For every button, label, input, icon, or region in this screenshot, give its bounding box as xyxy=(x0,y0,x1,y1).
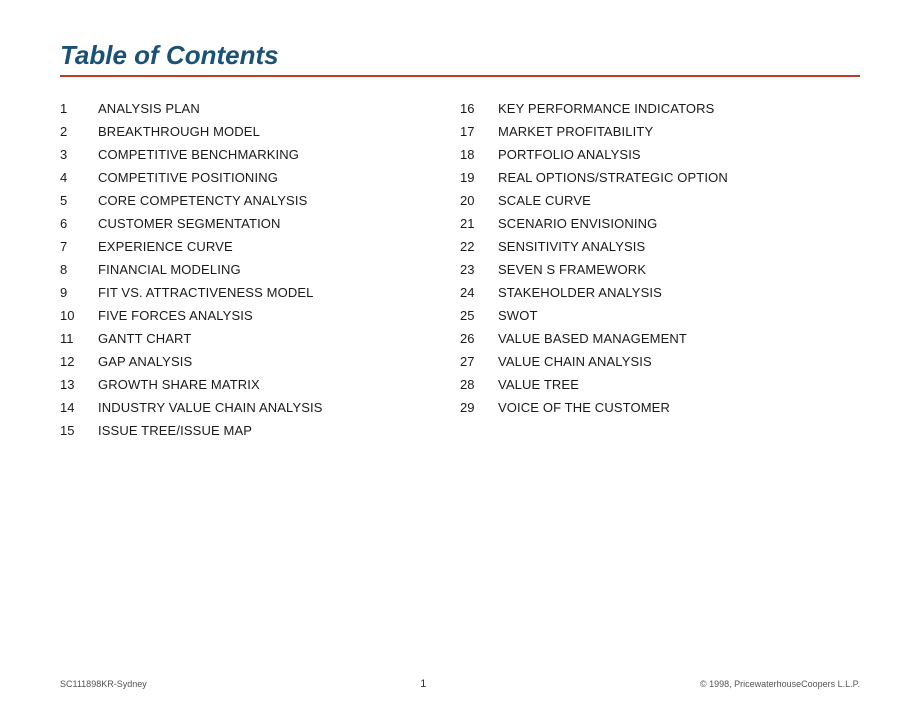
toc-item-label: CUSTOMER SEGMENTATION xyxy=(98,216,281,231)
toc-item-number: 20 xyxy=(460,193,498,208)
toc-item-label: FIT VS. ATTRACTIVENESS MODEL xyxy=(98,285,314,300)
list-item: 7EXPERIENCE CURVE xyxy=(60,235,460,258)
list-item: 16KEY PERFORMANCE INDICATORS xyxy=(460,97,860,120)
toc-item-label: VOICE OF THE CUSTOMER xyxy=(498,400,670,415)
list-item: 11GANTT CHART xyxy=(60,327,460,350)
toc-item-label: COMPETITIVE BENCHMARKING xyxy=(98,147,299,162)
toc-right-column: 16KEY PERFORMANCE INDICATORS17MARKET PRO… xyxy=(460,97,860,442)
page: Table of Contents 1ANALYSIS PLAN2BREAKTH… xyxy=(0,0,920,706)
divider xyxy=(60,75,860,77)
toc-item-number: 2 xyxy=(60,124,98,139)
list-item: 22SENSITIVITY ANALYSIS xyxy=(460,235,860,258)
toc-item-label: BREAKTHROUGH MODEL xyxy=(98,124,260,139)
toc-item-label: VALUE BASED MANAGEMENT xyxy=(498,331,687,346)
list-item: 8FINANCIAL MODELING xyxy=(60,258,460,281)
toc-item-number: 9 xyxy=(60,285,98,300)
toc-item-label: INDUSTRY VALUE CHAIN ANALYSIS xyxy=(98,400,323,415)
toc-item-label: VALUE TREE xyxy=(498,377,579,392)
toc-item-number: 14 xyxy=(60,400,98,415)
list-item: 9FIT VS. ATTRACTIVENESS MODEL xyxy=(60,281,460,304)
toc-item-number: 25 xyxy=(460,308,498,323)
list-item: 17MARKET PROFITABILITY xyxy=(460,120,860,143)
toc-item-label: GAP ANALYSIS xyxy=(98,354,192,369)
toc-item-number: 1 xyxy=(60,101,98,116)
toc-item-label: SWOT xyxy=(498,308,538,323)
toc-item-label: GANTT CHART xyxy=(98,331,191,346)
list-item: 21SCENARIO ENVISIONING xyxy=(460,212,860,235)
list-item: 4COMPETITIVE POSITIONING xyxy=(60,166,460,189)
page-title: Table of Contents xyxy=(60,40,860,71)
footer-right: © 1998, PricewaterhouseCoopers L.L.P. xyxy=(700,679,860,689)
toc-item-label: STAKEHOLDER ANALYSIS xyxy=(498,285,662,300)
toc-item-label: GROWTH SHARE MATRIX xyxy=(98,377,260,392)
toc-item-number: 19 xyxy=(460,170,498,185)
toc-item-label: SCALE CURVE xyxy=(498,193,591,208)
list-item: 10FIVE FORCES ANALYSIS xyxy=(60,304,460,327)
toc-item-number: 10 xyxy=(60,308,98,323)
toc-item-label: PORTFOLIO ANALYSIS xyxy=(498,147,641,162)
toc-item-label: KEY PERFORMANCE INDICATORS xyxy=(498,101,714,116)
toc-item-label: FINANCIAL MODELING xyxy=(98,262,241,277)
toc-item-number: 26 xyxy=(460,331,498,346)
toc-grid: 1ANALYSIS PLAN2BREAKTHROUGH MODEL3COMPET… xyxy=(60,97,860,442)
list-item: 24STAKEHOLDER ANALYSIS xyxy=(460,281,860,304)
toc-item-number: 22 xyxy=(460,239,498,254)
footer: SC111898KR-Sydney 1 © 1998, Pricewaterho… xyxy=(0,678,920,690)
toc-item-number: 13 xyxy=(60,377,98,392)
list-item: 19REAL OPTIONS/STRATEGIC OPTION xyxy=(460,166,860,189)
toc-item-number: 7 xyxy=(60,239,98,254)
list-item: 2BREAKTHROUGH MODEL xyxy=(60,120,460,143)
toc-item-number: 6 xyxy=(60,216,98,231)
list-item: 3COMPETITIVE BENCHMARKING xyxy=(60,143,460,166)
toc-item-number: 29 xyxy=(460,400,498,415)
list-item: 6CUSTOMER SEGMENTATION xyxy=(60,212,460,235)
toc-item-label: REAL OPTIONS/STRATEGIC OPTION xyxy=(498,170,728,185)
toc-item-number: 4 xyxy=(60,170,98,185)
toc-item-number: 21 xyxy=(460,216,498,231)
list-item: 1ANALYSIS PLAN xyxy=(60,97,460,120)
toc-item-label: SEVEN S FRAMEWORK xyxy=(498,262,646,277)
list-item: 20SCALE CURVE xyxy=(460,189,860,212)
toc-item-number: 5 xyxy=(60,193,98,208)
list-item: 23SEVEN S FRAMEWORK xyxy=(460,258,860,281)
toc-item-number: 24 xyxy=(460,285,498,300)
toc-left-column: 1ANALYSIS PLAN2BREAKTHROUGH MODEL3COMPET… xyxy=(60,97,460,442)
list-item: 29VOICE OF THE CUSTOMER xyxy=(460,396,860,419)
footer-center: 1 xyxy=(420,678,426,690)
list-item: 18PORTFOLIO ANALYSIS xyxy=(460,143,860,166)
toc-item-number: 12 xyxy=(60,354,98,369)
list-item: 14INDUSTRY VALUE CHAIN ANALYSIS xyxy=(60,396,460,419)
toc-item-label: ISSUE TREE/ISSUE MAP xyxy=(98,423,252,438)
toc-item-label: CORE COMPETENCTY ANALYSIS xyxy=(98,193,307,208)
list-item: 28VALUE TREE xyxy=(460,373,860,396)
toc-item-number: 27 xyxy=(460,354,498,369)
list-item: 12GAP ANALYSIS xyxy=(60,350,460,373)
list-item: 13GROWTH SHARE MATRIX xyxy=(60,373,460,396)
toc-item-number: 28 xyxy=(460,377,498,392)
toc-item-number: 17 xyxy=(460,124,498,139)
toc-item-number: 8 xyxy=(60,262,98,277)
toc-item-number: 3 xyxy=(60,147,98,162)
toc-item-label: FIVE FORCES ANALYSIS xyxy=(98,308,253,323)
list-item: 5CORE COMPETENCTY ANALYSIS xyxy=(60,189,460,212)
list-item: 27VALUE CHAIN ANALYSIS xyxy=(460,350,860,373)
toc-item-label: SENSITIVITY ANALYSIS xyxy=(498,239,645,254)
list-item: 26VALUE BASED MANAGEMENT xyxy=(460,327,860,350)
toc-item-label: SCENARIO ENVISIONING xyxy=(498,216,657,231)
footer-left: SC111898KR-Sydney xyxy=(60,679,147,689)
title-section: Table of Contents xyxy=(60,40,860,77)
toc-item-label: VALUE CHAIN ANALYSIS xyxy=(498,354,652,369)
toc-item-number: 18 xyxy=(460,147,498,162)
toc-item-label: EXPERIENCE CURVE xyxy=(98,239,233,254)
toc-item-number: 15 xyxy=(60,423,98,438)
toc-item-label: MARKET PROFITABILITY xyxy=(498,124,653,139)
toc-item-number: 23 xyxy=(460,262,498,277)
toc-item-number: 11 xyxy=(60,331,98,346)
list-item: 25SWOT xyxy=(460,304,860,327)
list-item: 15ISSUE TREE/ISSUE MAP xyxy=(60,419,460,442)
toc-item-label: ANALYSIS PLAN xyxy=(98,101,200,116)
toc-item-label: COMPETITIVE POSITIONING xyxy=(98,170,278,185)
toc-item-number: 16 xyxy=(460,101,498,116)
